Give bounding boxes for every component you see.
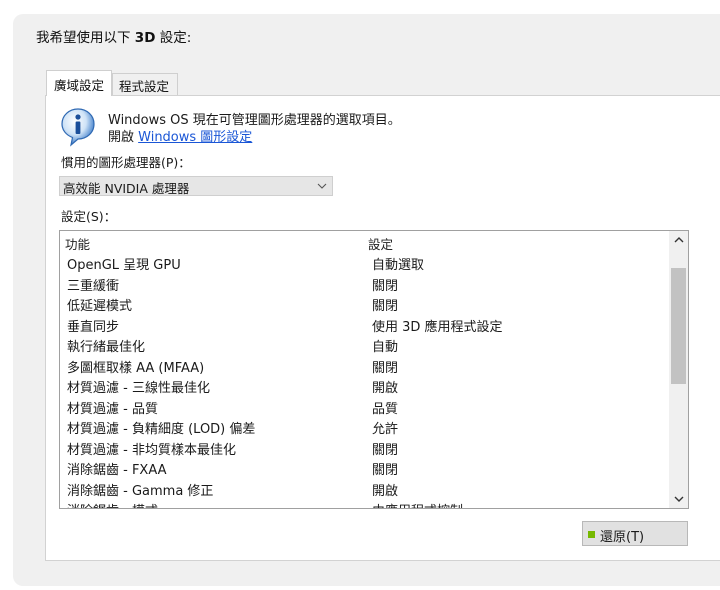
preferred-gpu-label: 慣用的圖形處理器(P)： [61, 155, 191, 170]
table-row[interactable]: 消除鋸齒 - 模式由應用程式控制 [60, 498, 668, 508]
preferred-gpu-value: 高效能 NVIDIA 處理器 [63, 181, 190, 196]
scroll-up-arrow-icon[interactable] [669, 231, 688, 249]
tab-program-settings[interactable]: 程式設定 [112, 73, 178, 95]
scrollbar-thumb[interactable] [671, 268, 686, 384]
tab-global-settings[interactable]: 廣域設定 [46, 70, 112, 96]
windows-graphics-settings-link[interactable]: Windows 圖形設定 [138, 130, 252, 145]
table-row[interactable]: 多圖框取樣 AA (MFAA) 關閉 [60, 355, 668, 376]
table-row[interactable]: 材質過濾 - 品質 品質 [60, 396, 668, 417]
restore-button-label: 還原(T) [600, 530, 645, 545]
table-row[interactable]: 材質過濾 - 三線性最佳化 開啟 [60, 375, 668, 396]
settings-label: 設定(S)： [61, 209, 117, 224]
scroll-down-arrow-icon[interactable] [669, 490, 688, 508]
table-row[interactable]: 垂直同步 使用 3D 應用程式設定 [60, 314, 668, 335]
table-row[interactable]: OpenGL 呈現 GPU 自動選取 [60, 252, 668, 273]
table-row[interactable]: 材質過濾 - 負精細度 (LOD) 偏差 允許 [60, 416, 668, 437]
table-row[interactable]: 低延遲模式 關閉 [60, 293, 668, 314]
table-row[interactable]: 消除鋸齒 - Gamma 修正 開啟 [60, 478, 668, 499]
table-row[interactable]: 執行緒最佳化 自動 [60, 334, 668, 355]
info-icon [61, 108, 95, 147]
table-row[interactable]: 消除鋸齒 - FXAA 關閉 [60, 457, 668, 478]
table-row[interactable]: 材質過濾 - 非均質樣本最佳化 關閉 [60, 437, 668, 458]
vertical-scrollbar[interactable] [669, 231, 688, 508]
column-header-feature: 功能 [65, 237, 91, 252]
settings-list[interactable]: 功能 設定 OpenGL 呈現 GPU 自動選取 三重緩衝 關閉 低延遲模式 關閉 垂… [59, 230, 689, 509]
chevron-down-icon [317, 183, 327, 189]
open-graphics-settings-line: 開啟 Windows 圖形設定 [108, 130, 253, 145]
restore-button[interactable]: 還原(T) [582, 521, 688, 546]
preferred-gpu-select[interactable]: 高效能 NVIDIA 處理器 [59, 176, 333, 196]
nvidia-icon [588, 531, 595, 538]
table-row[interactable]: 三重緩衝 關閉 [60, 273, 668, 294]
page-title: 我希望使用以下 3D 設定: [36, 30, 192, 46]
column-header-setting: 設定 [368, 237, 394, 252]
